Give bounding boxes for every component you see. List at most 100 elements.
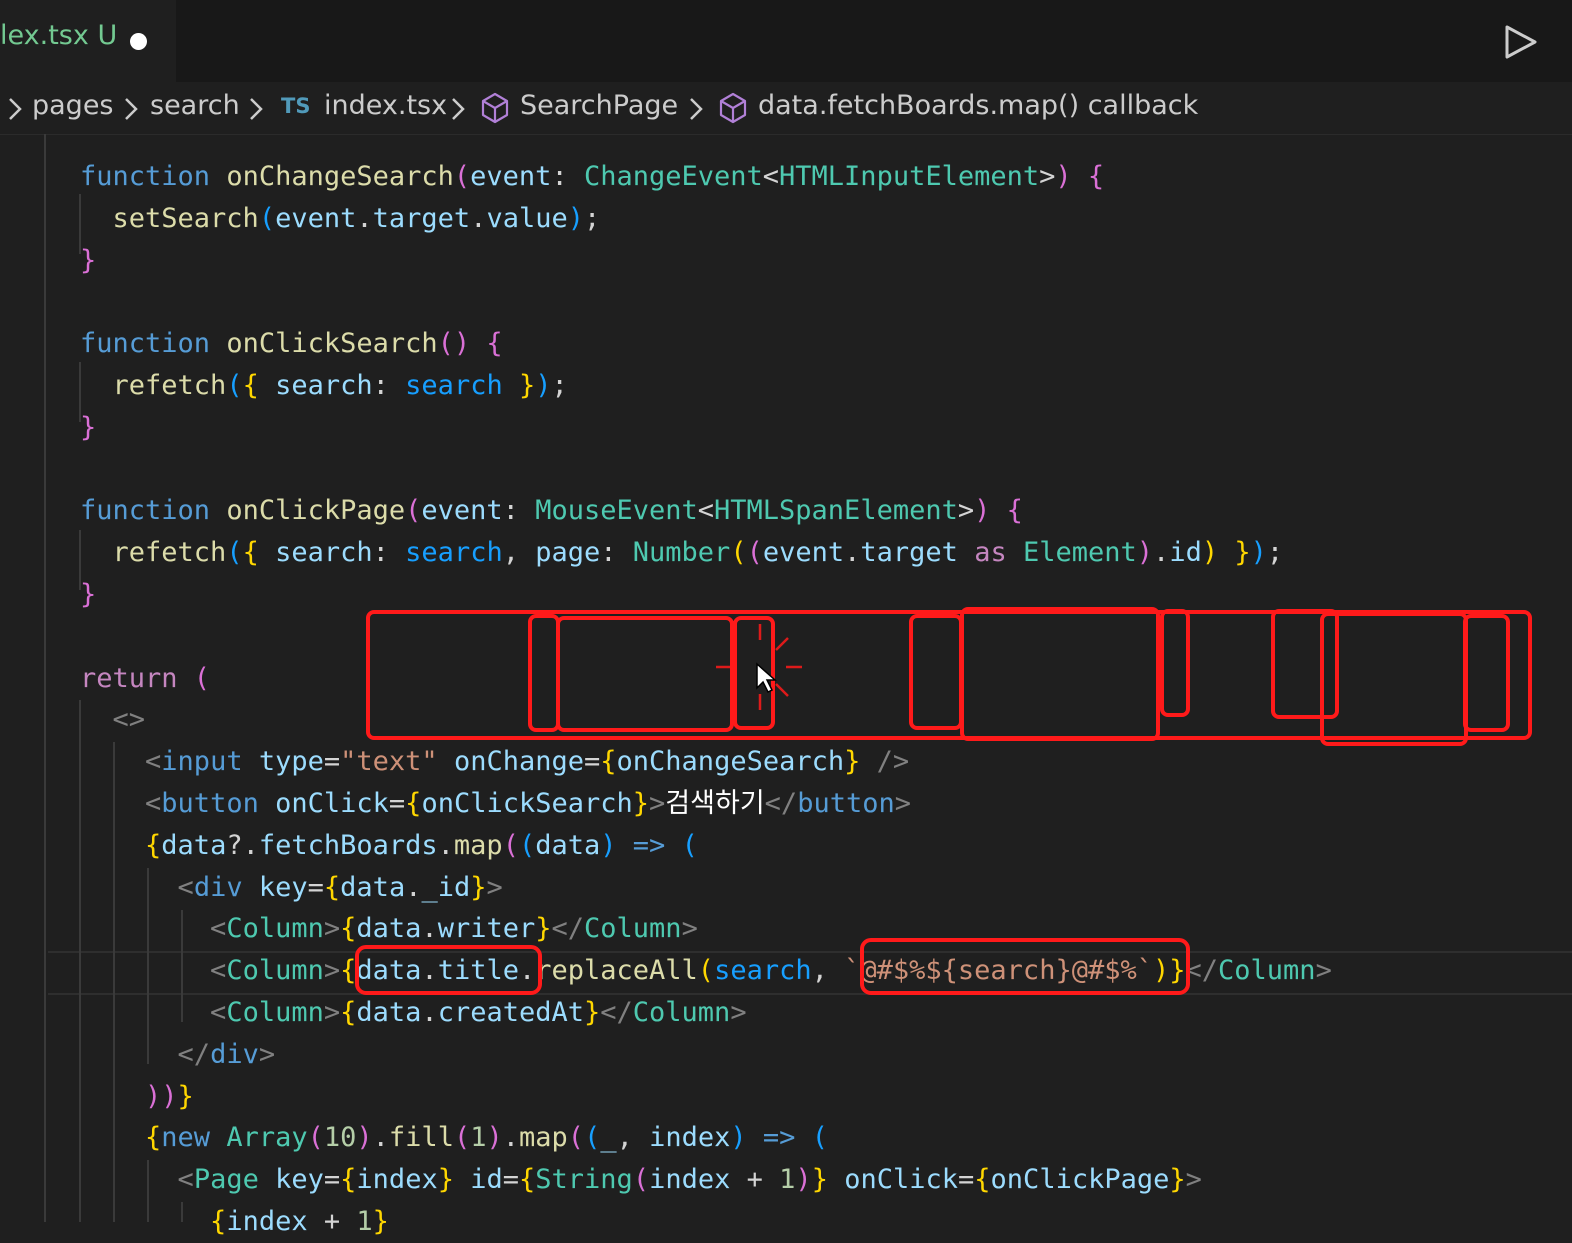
code-token: </ — [600, 997, 633, 1028]
code-token: = — [307, 871, 324, 903]
code-token: ; — [551, 370, 568, 401]
code-token: > — [1315, 955, 1332, 987]
code-line[interactable]: refetch({ search: search }); — [80, 365, 568, 407]
code-token: key — [258, 871, 308, 903]
code-line[interactable]: refetch({ search: search, page: Number((… — [80, 532, 1284, 574]
run-icon[interactable] — [1500, 22, 1540, 62]
breadcrumb-item-callback[interactable]: data.fetchBoards.map() callback — [758, 90, 1198, 121]
code-line[interactable]: } — [80, 240, 96, 282]
code-token: > — [323, 997, 341, 1028]
code-token: onClickPage — [226, 495, 406, 527]
symbol-method-icon — [719, 92, 747, 124]
code-line[interactable]: <div key={data._id}> — [80, 867, 503, 909]
code-token: ; — [584, 202, 601, 234]
code-line[interactable]: function onClickPage(event: MouseEvent<H… — [80, 490, 1023, 532]
chevron-right-icon — [125, 98, 138, 120]
breadcrumb-item-search[interactable]: search — [150, 90, 240, 121]
code-token: ( — [453, 161, 471, 192]
code-token: , — [616, 1122, 650, 1154]
code-token: ( — [567, 1122, 585, 1154]
code-token: ) — [974, 495, 991, 527]
code-line[interactable]: function onClickSearch() { — [80, 323, 503, 365]
code-token: = — [958, 1164, 975, 1196]
code-token: . — [518, 955, 536, 987]
breadcrumb-item-file[interactable]: index.tsx — [324, 90, 447, 121]
code-line[interactable]: } — [80, 407, 96, 449]
code-token: ) — [535, 370, 552, 401]
code-line[interactable]: } — [80, 574, 96, 616]
code-token: 1 — [470, 1122, 487, 1154]
code-line[interactable]: <Page key={index} id={String(index + 1)}… — [80, 1159, 1202, 1201]
code-token: `@#$%${search}@#$%` — [844, 955, 1153, 987]
code-token: </ — [551, 913, 585, 945]
code-token: Column — [632, 997, 731, 1028]
code-token: /> — [860, 746, 910, 778]
code-token: ) — [1152, 955, 1170, 987]
code-token: } — [177, 1080, 194, 1112]
breadcrumb-item-pages[interactable]: pages — [32, 90, 114, 121]
code-line[interactable]: <button onClick={onClickSearch}>검색하기</bu… — [80, 783, 911, 825]
code-token: div — [193, 871, 243, 903]
code-token: . — [502, 1122, 520, 1154]
code-token: 10 — [323, 1122, 357, 1154]
code-token: } — [1234, 537, 1251, 569]
code-token: </ — [764, 788, 798, 819]
breadcrumb: pages search TS index.tsx SearchPage dat… — [0, 82, 1572, 135]
code-token: < — [210, 913, 227, 945]
code-line[interactable]: <> — [80, 699, 146, 741]
code-token: id — [470, 1164, 503, 1196]
code-line[interactable]: return ( — [80, 658, 210, 700]
code-token: </ — [177, 1038, 211, 1070]
code-token: { — [1006, 495, 1023, 527]
code-token: as — [957, 537, 1023, 569]
code-line[interactable]: <Column>{data.writer}</Column> — [80, 908, 698, 950]
code-line[interactable]: <input type="text" onChange={onChangeSea… — [80, 741, 909, 783]
code-token: fill — [388, 1122, 454, 1154]
code-token: page — [535, 537, 601, 569]
code-token: index — [649, 1164, 731, 1196]
code-token: < — [697, 495, 715, 527]
code-token: { — [340, 997, 357, 1028]
code-token: . — [437, 829, 454, 861]
code-token: onClick — [275, 788, 389, 819]
code-token: button — [161, 788, 259, 819]
code-token: ( — [746, 537, 763, 569]
code-line[interactable]: {new Array(10).fill(1).map((_, index) =>… — [80, 1117, 828, 1159]
indent-guide — [44, 134, 46, 1222]
code-line[interactable]: <Column>{data.title.replaceAll(search, `… — [80, 950, 1332, 992]
code-editor[interactable]: function onChangeSearch(event: ChangeEve… — [0, 134, 1572, 1237]
code-line[interactable]: {data?.fetchBoards.map((data) => ( — [80, 825, 698, 867]
code-line[interactable]: function onChangeSearch(event: ChangeEve… — [80, 156, 1104, 198]
unsaved-dot-icon[interactable] — [130, 33, 147, 50]
code-token: title — [437, 955, 519, 987]
code-token: data — [340, 871, 406, 903]
code-token: key — [275, 1164, 324, 1196]
code-token: ( — [307, 1122, 324, 1154]
code-token: } — [1169, 955, 1186, 987]
breadcrumb-item-component[interactable]: SearchPage — [520, 90, 678, 121]
code-token: ( — [258, 202, 276, 234]
code-line[interactable]: setSearch(event.target.value); — [80, 198, 601, 240]
code-token: ) — [600, 829, 617, 861]
code-token: } — [1169, 1164, 1186, 1196]
code-line[interactable]: {index + 1} — [80, 1201, 389, 1243]
code-token: => — [616, 829, 682, 861]
chevron-right-icon — [452, 98, 465, 120]
code-token: } — [80, 244, 97, 276]
code-line[interactable]: </div> — [80, 1034, 276, 1076]
code-token: Page — [193, 1164, 259, 1196]
code-token: } — [470, 871, 487, 903]
code-token: ( — [405, 495, 422, 527]
code-token: map — [519, 1122, 568, 1154]
code-line[interactable]: ))} — [80, 1076, 194, 1118]
editor-tab[interactable]: lex.tsx U — [0, 0, 176, 82]
code-token: event — [470, 161, 552, 192]
code-line[interactable]: <Column>{data.createdAt}</Column> — [80, 992, 747, 1034]
code-token: ( — [730, 537, 747, 569]
